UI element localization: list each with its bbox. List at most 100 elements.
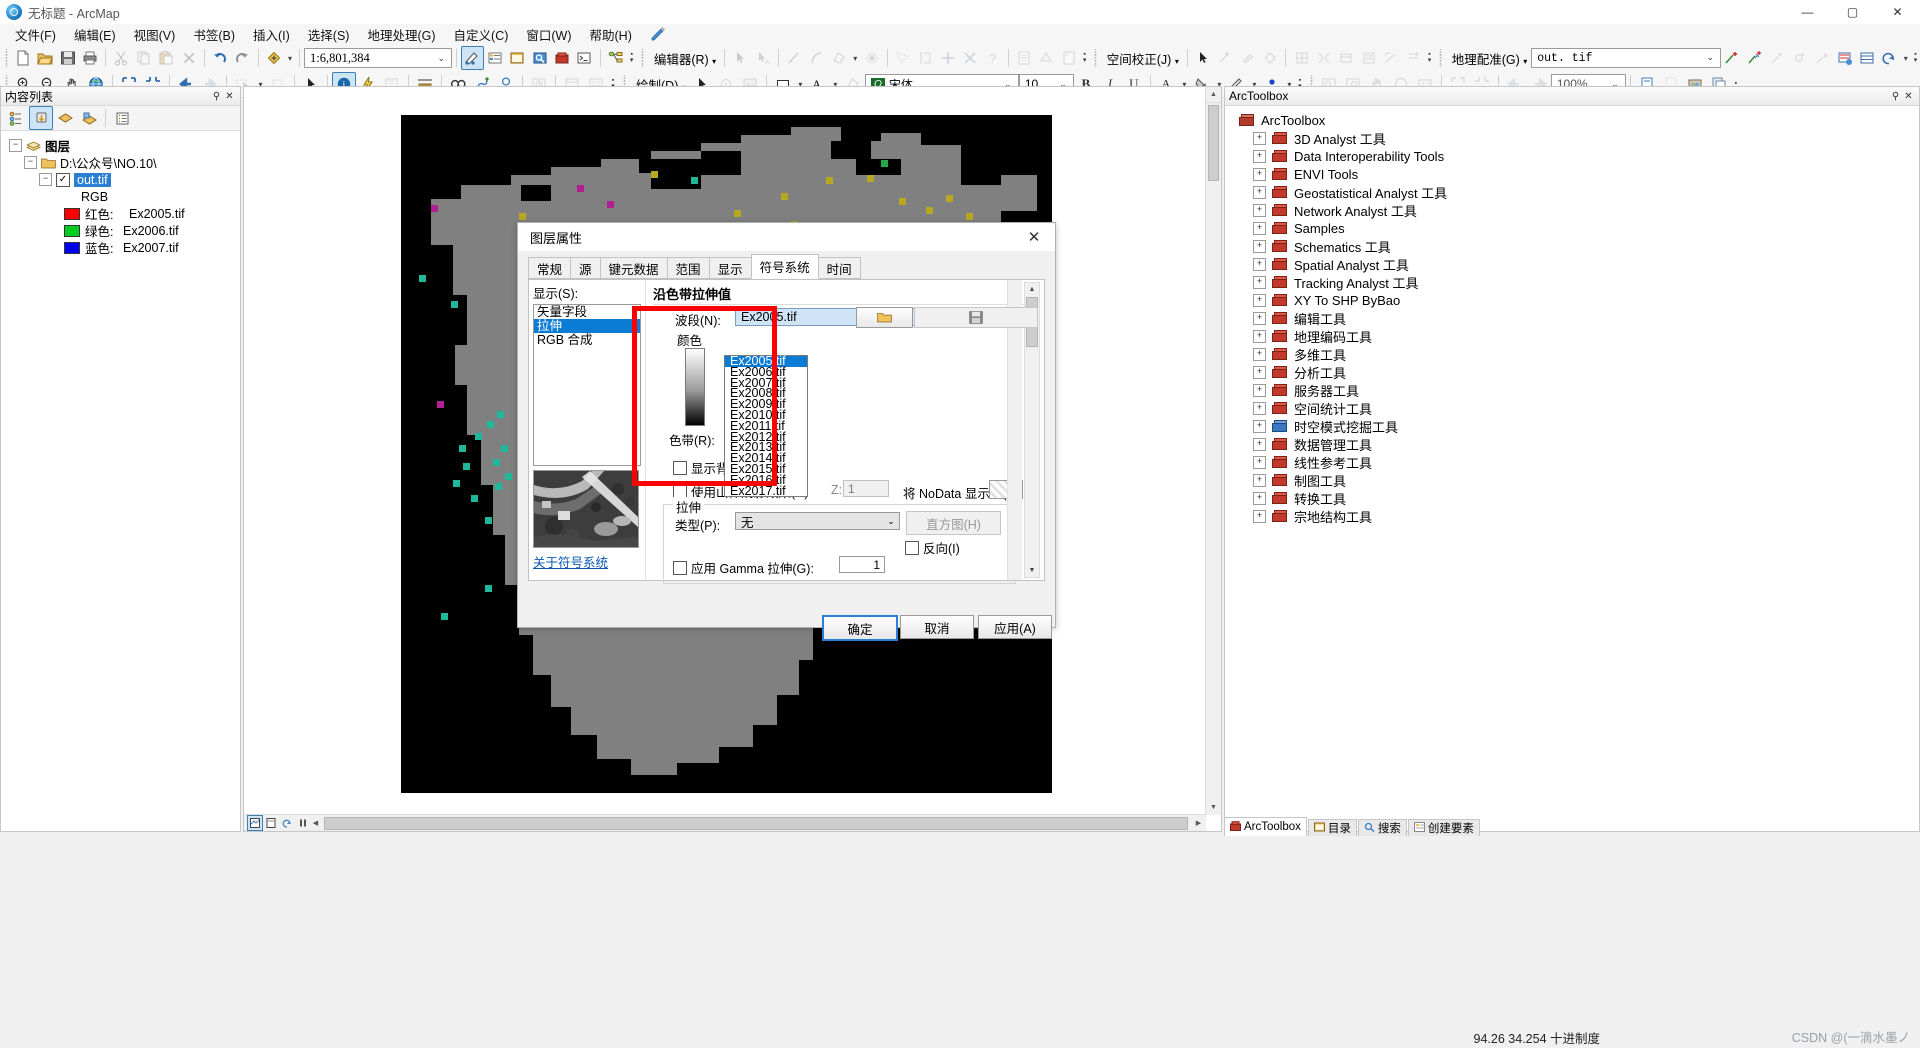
expand-icon[interactable]: + [1253,239,1266,253]
menu-view[interactable]: 视图(V) [125,22,185,47]
copy-icon[interactable] [133,46,155,70]
expand-icon[interactable]: + [1253,455,1266,469]
toolbox-item-spatial-analyst[interactable]: + Spatial Analyst 工具 [1231,255,1919,273]
maximize-button[interactable]: ▢ [1830,0,1875,24]
expand-icon[interactable]: + [1253,131,1266,145]
gamma-checkbox[interactable] [673,560,687,575]
scroll-down-icon[interactable]: ▼ [1025,564,1039,577]
scroll-left-icon[interactable]: ◀ [308,816,323,831]
color-ramp-preview[interactable] [685,348,705,426]
list-by-source-icon[interactable] [5,106,29,130]
expand-icon[interactable]: + [1253,509,1266,523]
toolbox-item-conversion[interactable]: + 转换工具 [1231,489,1919,507]
zoom-to-link-icon[interactable] [1789,46,1811,70]
vertical-scroll-thumb[interactable] [1208,105,1219,181]
expand-icon[interactable]: + [1253,401,1266,415]
modelbuilder-icon[interactable] [605,46,627,70]
collapse-icon[interactable]: − [39,173,52,186]
add-control-points-icon[interactable] [1721,46,1743,70]
invert-row[interactable]: 反向(I) [905,538,960,557]
toolbar-grip[interactable] [3,49,10,67]
list-by-selection-icon[interactable] [77,106,101,130]
edge-match-icon[interactable] [1313,46,1335,70]
expand-icon[interactable]: + [1253,275,1266,289]
tab-key-metadata[interactable]: 键元数据 [599,257,668,279]
toc-pin-icon[interactable]: ⚲ [210,90,223,103]
arctoolbox-window-icon[interactable] [551,46,573,70]
scroll-up-icon[interactable]: ▲ [1206,87,1221,103]
stretch-type-combo[interactable]: 无 ⌄ [735,512,900,530]
expand-icon[interactable]: + [1253,203,1266,217]
spatial-toolbar-overflow-icon[interactable]: ▪ ▾ [1425,47,1434,69]
expand-icon[interactable]: + [1253,383,1266,397]
editor-toolbar-grip[interactable] [639,49,646,67]
show-item-stretched[interactable]: 拉伸 [534,319,640,333]
expand-icon[interactable]: + [1253,185,1266,199]
expand-icon[interactable]: + [1253,257,1266,271]
gamma-input[interactable]: 1 [839,556,885,573]
expand-icon[interactable]: + [1253,293,1266,307]
scroll-up-icon[interactable]: ▲ [1025,283,1039,296]
intersection-icon[interactable] [959,46,981,70]
invert-checkbox[interactable] [905,540,919,555]
georef-dropdown-icon[interactable]: ▾ [1901,47,1911,69]
ok-button[interactable]: 确定 [822,615,898,641]
snapping-icon[interactable] [860,46,882,70]
toolbox-item-multidimension[interactable]: + 多维工具 [1231,345,1919,363]
tab-create-features[interactable]: 创建要素 [1407,819,1480,836]
arctoolbox-pin-icon[interactable]: ⚲ [1889,90,1902,103]
gamma-row[interactable]: 应用 Gamma 拉伸(G): [673,558,814,577]
toolbox-item-xy-to-shp[interactable]: + XY To SHP ByBao [1231,291,1919,309]
import-symbology-button[interactable] [856,307,913,328]
tab-general[interactable]: 常规 [528,257,572,279]
new-displacement-link-icon[interactable] [1214,46,1236,70]
toolbox-item-cartography[interactable]: + 制图工具 [1231,471,1919,489]
save-icon[interactable] [56,46,78,70]
show-listbox[interactable]: 矢量字段 拉伸 RGB 合成 [533,304,641,466]
expand-icon[interactable]: + [1253,221,1266,235]
attribute-transfer-icon[interactable] [1358,46,1380,70]
show-item-rgb-composite[interactable]: RGB 合成 [534,333,640,347]
straight-segment-icon[interactable] [783,46,805,70]
toc-layer-label[interactable]: out.tif [74,172,111,187]
tab-symbology[interactable]: 符号系统 [750,254,819,279]
editor-toolbar-toggle-icon[interactable] [461,46,484,70]
save-symbology-button[interactable] [914,307,1038,328]
toolbox-item-data-management[interactable]: + 数据管理工具 [1231,435,1919,453]
toolbox-item-envi-tools[interactable]: + ENVI Tools [1231,165,1919,183]
dialog-close-icon[interactable]: ✕ [1019,224,1049,250]
toc-close-icon[interactable]: ✕ [223,90,236,103]
spatial-adjust-grip[interactable] [1092,49,1099,67]
auto-register-icon[interactable] [1744,46,1766,70]
menu-customize[interactable]: 自定义(C) [445,22,518,47]
apply-button[interactable]: 应用(A) [978,615,1052,639]
spatial-adjustment-menu[interactable]: 空间校正(J) ▾ [1101,47,1183,70]
georef-toolbar-overflow-icon[interactable]: ▪ ▾ [1911,47,1920,69]
pencil-icon[interactable] [649,26,667,43]
menu-help[interactable]: 帮助(H) [581,22,641,47]
scroll-right-icon[interactable]: ▶ [1191,816,1206,831]
show-item-vector-field[interactable]: 矢量字段 [534,305,640,319]
toolbox-item-geostatistical-analyst[interactable]: + Geostatistical Analyst 工具 [1231,183,1919,201]
georeferencing-menu[interactable]: 地理配准(G) ▾ [1446,47,1532,70]
catalog-window-icon[interactable] [506,46,528,70]
collapse-icon[interactable]: − [24,156,37,169]
minimize-button[interactable]: — [1785,0,1830,24]
tab-display[interactable]: 显示 [708,257,752,279]
new-map-icon[interactable] [12,46,34,70]
layer-visibility-checkbox[interactable]: ✓ [56,172,70,187]
trace-icon[interactable] [892,46,914,70]
adjust-grid-icon[interactable] [1290,46,1312,70]
search-window-icon[interactable] [528,46,550,70]
new-multi-displacement-link-icon[interactable] [1237,46,1259,70]
menu-edit[interactable]: 编辑(E) [65,22,125,47]
reset-transformation-icon[interactable] [1878,46,1900,70]
tab-source[interactable]: 源 [570,257,601,279]
toc-layer-row[interactable]: − ✓ out.tif [7,171,240,188]
tab-arctoolbox[interactable]: ArcToolbox [1224,817,1307,836]
expand-icon[interactable]: + [1253,347,1266,361]
edit-annotation-icon[interactable]: A [752,46,774,70]
band-dropdown-list[interactable]: Ex2005.tif Ex2006.tif Ex2007.tif Ex2008.… [724,355,808,498]
python-window-icon[interactable] [573,46,595,70]
menu-windows[interactable]: 窗口(W) [517,22,580,47]
